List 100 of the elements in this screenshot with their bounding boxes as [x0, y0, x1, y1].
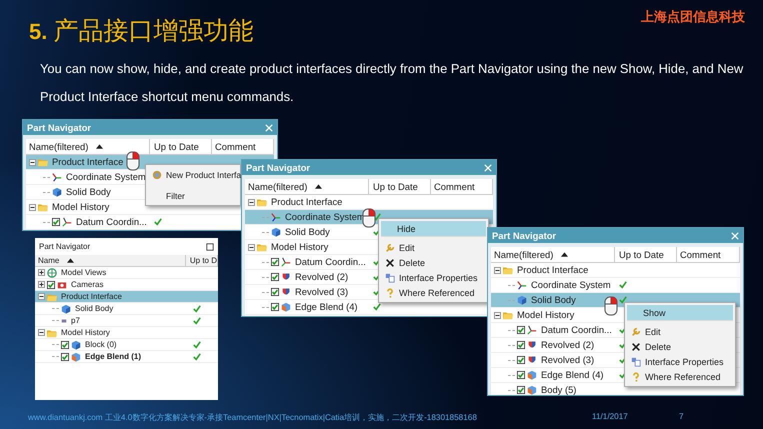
tree-item-label: Datum Coordin... — [75, 215, 148, 229]
checkbox[interactable] — [271, 273, 279, 281]
footer-text: www.diantuankj.com 工业4.0数字化方案解决专家-承接Teamcenter|NX|Tecnomatix|Catia培训，实施，二次开发-18301858168 — [28, 412, 477, 423]
tree-item-label: Revolved (3) — [540, 353, 596, 367]
tree-item-label: Revolved (2) — [294, 270, 350, 284]
checkbox[interactable] — [517, 356, 525, 364]
tree-row[interactable]: Model History — [35, 327, 218, 339]
camera-icon — [57, 280, 67, 290]
checkbox[interactable] — [61, 352, 69, 360]
collapse-icon[interactable] — [248, 198, 255, 206]
question-icon — [631, 372, 641, 382]
folder-icon — [47, 292, 57, 302]
close-icon[interactable] — [731, 232, 739, 240]
menu-item[interactable]: Where Referenced — [627, 369, 733, 384]
tree-item-label: Coordinate System — [65, 170, 147, 184]
menu-item[interactable]: Edit — [381, 240, 486, 255]
tree-item-label: Edge Blend (4) — [540, 368, 605, 382]
column-header[interactable]: Up to D — [186, 255, 218, 267]
tree-item-label: Edge Blend (4) — [294, 300, 359, 314]
cube-icon — [71, 340, 81, 350]
tree-row[interactable]: Block (0) — [35, 339, 218, 351]
menu-item[interactable]: Where Referenced — [381, 285, 486, 300]
checkbox[interactable] — [517, 386, 525, 394]
menu-item[interactable]: Delete — [381, 255, 486, 270]
menu-item[interactable]: Hide — [381, 221, 486, 237]
collapse-icon[interactable] — [38, 329, 45, 336]
globe-icon — [47, 268, 57, 278]
wrench-icon — [631, 326, 641, 336]
checkbox[interactable] — [61, 340, 69, 348]
folder-icon — [38, 202, 48, 212]
tree-item-label: Solid Body — [530, 293, 577, 307]
column-header[interactable]: Up to Date — [369, 179, 431, 195]
checkbox[interactable] — [517, 371, 525, 379]
cube-icon — [271, 227, 281, 237]
blend-cube-icon — [71, 352, 81, 362]
collapse-icon[interactable] — [494, 266, 501, 274]
checkbox[interactable] — [517, 326, 525, 334]
window-title: Part Navigator — [27, 122, 92, 133]
menu-item[interactable]: Show — [627, 305, 733, 321]
folder-icon — [257, 242, 267, 252]
tree-item-label: Body (5) — [540, 383, 578, 395]
folder-icon — [503, 265, 513, 275]
question-icon — [385, 288, 395, 298]
column-header[interactable]: Up to Date — [615, 247, 677, 263]
menu-item[interactable]: Edit — [627, 324, 733, 339]
properties-icon — [385, 272, 395, 282]
tree-row[interactable]: Solid Body — [35, 303, 218, 315]
collapse-icon[interactable] — [248, 244, 255, 250]
tree-row[interactable]: Product Interface — [491, 263, 740, 278]
column-header[interactable]: Name(filtered) — [245, 179, 369, 195]
wrench-icon — [385, 242, 395, 252]
column-header[interactable]: Name — [35, 255, 186, 267]
tree-row[interactable]: Product Interface — [35, 291, 218, 303]
slide-number: 5. — [29, 19, 48, 45]
column-header[interactable]: Comment — [431, 179, 493, 195]
body-text: You can now show, hide, and create product interfaces directly from the Part Navigator using the new Show, Hide, and New Product Interface shortcut menu commands. — [40, 60, 744, 106]
checkbox[interactable] — [271, 288, 279, 296]
tree-row[interactable]: Edge Blend (1) — [35, 351, 218, 363]
collapse-icon[interactable] — [38, 293, 45, 300]
tree-row[interactable]: Model Views — [35, 267, 218, 279]
tree-item-label: Model History — [516, 308, 576, 322]
maximize-icon[interactable] — [206, 242, 214, 250]
expand-icon[interactable] — [38, 269, 45, 276]
checkbox[interactable] — [517, 341, 525, 349]
revolve-icon — [281, 272, 291, 282]
axes-icon — [271, 212, 281, 222]
folder-icon — [257, 197, 267, 207]
collapse-icon[interactable] — [29, 204, 36, 210]
mouse-icon — [126, 151, 140, 171]
window-title: Part Navigator — [39, 242, 90, 251]
expand-icon[interactable] — [38, 281, 45, 288]
revolve-icon — [527, 355, 537, 365]
tree-item-label: Product Interface — [60, 291, 123, 302]
checkbox[interactable] — [52, 218, 60, 226]
slide-title: 产品接口增强功能 — [53, 16, 254, 47]
menu-item[interactable]: Delete — [627, 339, 733, 354]
tree-item-label: Model Views — [60, 267, 108, 278]
window-title: Part Navigator — [492, 230, 556, 241]
tree-item-label: Product Interface — [51, 155, 124, 169]
checkbox[interactable] — [271, 303, 279, 311]
datum-axes-icon — [527, 325, 537, 335]
tree-item-label: Solid Body — [284, 225, 331, 239]
checkbox[interactable] — [271, 258, 279, 266]
close-icon[interactable] — [265, 124, 273, 132]
checkbox[interactable] — [47, 280, 55, 288]
menu-item[interactable]: Filter — [148, 188, 238, 203]
menu-item[interactable]: Interface Properties — [381, 270, 486, 285]
mouse-icon — [604, 296, 618, 316]
column-header[interactable]: Name(filtered) — [491, 247, 615, 263]
tree-row[interactable]: p7 — [35, 315, 218, 327]
cube-icon — [61, 304, 71, 314]
close-icon[interactable] — [484, 164, 492, 172]
collapse-icon[interactable] — [29, 158, 36, 166]
collapse-icon[interactable] — [494, 312, 501, 318]
tree-item-label: Model History — [51, 200, 110, 214]
folder-icon — [38, 157, 48, 167]
blend-cube-icon — [527, 370, 537, 380]
column-header[interactable]: Comment — [677, 247, 740, 263]
menu-item[interactable]: Interface Properties — [627, 354, 733, 369]
tree-item-label: Product Interface — [516, 263, 590, 277]
